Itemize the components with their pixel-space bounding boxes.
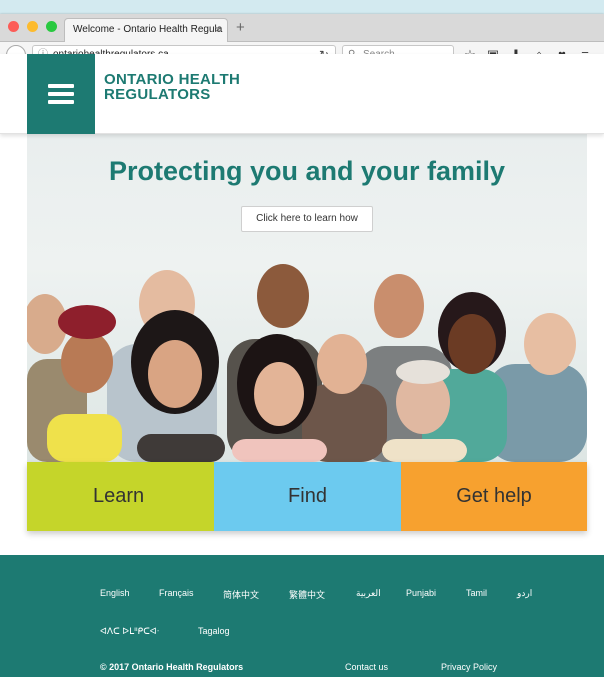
group-photo (27, 264, 587, 462)
learn-tile[interactable]: Learn (27, 462, 214, 531)
site-logo[interactable]: ONTARIO HEALTH REGULATORS (104, 72, 240, 102)
person-shape (382, 439, 467, 462)
language-link-tagalog[interactable]: Tagalog (198, 626, 230, 636)
language-link-english[interactable]: English (100, 588, 130, 598)
close-tab-icon[interactable]: × (215, 19, 221, 41)
menu-bar-icon (48, 100, 74, 104)
person-head (317, 334, 367, 394)
get-help-tile[interactable]: Get help (401, 462, 587, 531)
person-head (148, 340, 202, 408)
find-tile[interactable]: Find (214, 462, 401, 531)
person-shape (137, 434, 225, 462)
language-link-simplified-chinese[interactable]: 简体中文 (223, 588, 259, 601)
action-tiles: Learn Find Get help (27, 462, 587, 531)
language-link-french[interactable]: Français (159, 588, 194, 598)
hamburger-menu-button[interactable] (27, 54, 95, 134)
maximize-window-button[interactable] (46, 21, 57, 32)
language-link-arabic[interactable]: العربية (356, 588, 381, 599)
hero-title: Protecting you and your family (108, 156, 506, 186)
person-head (374, 274, 424, 338)
close-window-button[interactable] (8, 21, 19, 32)
menu-bar-icon (48, 84, 74, 88)
language-link-oji-cree[interactable]: ᐊᐱᑕ ᐅᒪᐦᑭᑕᐊᐧ (100, 626, 159, 637)
language-link-traditional-chinese[interactable]: 繁體中文 (289, 588, 325, 601)
language-link-urdu[interactable]: اردو (517, 588, 532, 599)
logo-line-2: REGULATORS (104, 86, 211, 103)
learn-how-button[interactable]: Click here to learn how (241, 206, 373, 232)
person-head (396, 360, 450, 384)
new-tab-button[interactable]: + (236, 19, 245, 36)
person-shape (232, 439, 327, 462)
hero-banner: Protecting you and your family Click her… (27, 134, 587, 462)
window-controls (8, 21, 57, 32)
minimize-window-button[interactable] (27, 21, 38, 32)
site-footer: English Français 简体中文 繁體中文 العربية Punja… (0, 555, 604, 677)
person-head (448, 314, 496, 374)
privacy-policy-link[interactable]: Privacy Policy (441, 662, 497, 672)
language-link-tamil[interactable]: Tamil (466, 588, 487, 598)
logo-line-1: ONTARIO HEALTH (104, 71, 241, 88)
person-head (254, 362, 304, 426)
language-link-punjabi[interactable]: Punjabi (406, 588, 436, 598)
person-head (58, 305, 116, 339)
menu-bar-icon (48, 92, 74, 96)
contact-us-link[interactable]: Contact us (345, 662, 388, 672)
person-head (524, 313, 576, 375)
tab-bar: Welcome - Ontario Health Regula × + (0, 14, 604, 42)
person-shape (47, 414, 122, 462)
tab-title: Welcome - Ontario Health Regula (73, 24, 223, 35)
browser-tab[interactable]: Welcome - Ontario Health Regula × (64, 18, 228, 42)
copyright-text: © 2017 Ontario Health Regulators (100, 662, 244, 672)
person-head (257, 264, 309, 328)
site-header: ONTARIO HEALTH REGULATORS (0, 54, 604, 134)
person-head (61, 331, 113, 393)
